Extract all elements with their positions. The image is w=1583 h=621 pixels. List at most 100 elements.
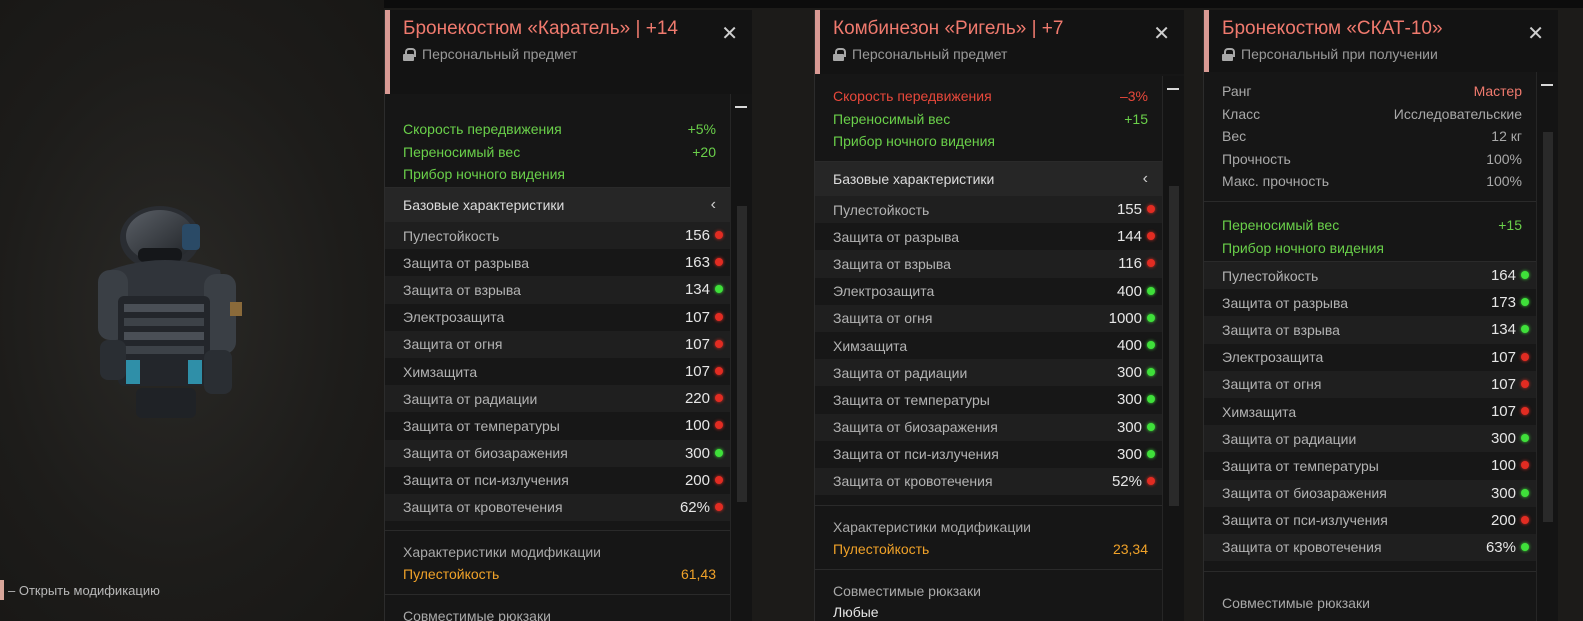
stat-compare-indicator <box>1516 480 1536 507</box>
scrollbar[interactable] <box>730 94 752 621</box>
stat-compare-indicator <box>1142 332 1162 359</box>
green-dot-icon <box>1521 271 1529 279</box>
red-dot-icon <box>715 339 723 348</box>
base-stats-header[interactable]: Базовые характеристики ‹ <box>815 162 1162 196</box>
stat-row: Пулестойкость 164 <box>1204 262 1536 290</box>
stat-value: 300 <box>1116 418 1142 436</box>
stat-value: 200 <box>684 471 710 489</box>
info-value: 12 кг <box>1491 128 1522 144</box>
red-dot-icon <box>715 502 723 511</box>
stat-row: Защита от пси-излучения 200 <box>385 466 730 494</box>
red-dot-icon <box>715 475 723 484</box>
stat-value: 52% <box>1111 472 1142 490</box>
backpacks-title: Совместимые рюкзаки <box>403 607 551 621</box>
stat-row: Защита от кровотечения 52% <box>815 467 1162 496</box>
red-dot-icon <box>1147 259 1155 268</box>
stat-value: 156 <box>684 227 710 245</box>
mod-title: Характеристики модификации <box>833 519 1032 536</box>
stat-value: 155 <box>1116 201 1142 219</box>
backpacks-title: Совместимые рюкзаки <box>833 582 981 599</box>
stat-row: Защита от температуры 300 <box>815 386 1162 414</box>
stat-value: 144 <box>1116 228 1142 246</box>
scroll-thumb[interactable] <box>1169 186 1179 506</box>
stat-value: 134 <box>1490 321 1516 339</box>
green-dot-icon <box>1147 340 1155 349</box>
info-name: Прочность <box>1222 150 1291 167</box>
stat-compare-indicator <box>1142 278 1162 305</box>
stat-compare-indicator <box>1142 196 1162 223</box>
stat-compare-indicator <box>710 331 730 358</box>
stat-name: Пулестойкость <box>833 201 930 218</box>
stat-row: Пулестойкость 156 <box>385 222 730 250</box>
red-dot-icon <box>1521 406 1529 415</box>
card-header: Бронекостюм «СКАТ-10» Персональный при п… <box>1204 10 1558 72</box>
stat-name: Защита от кровотечения <box>1222 539 1382 556</box>
stat-compare-indicator <box>1516 371 1536 398</box>
bonus-row: Скорость передвижения –3% <box>833 85 1148 108</box>
scrollbar[interactable] <box>1536 72 1558 621</box>
chevron-left-icon[interactable]: ‹ <box>711 196 716 214</box>
stat-compare-indicator <box>710 412 730 439</box>
red-dot-icon <box>1147 205 1155 213</box>
scrollbar[interactable] <box>1162 76 1184 621</box>
stat-value: 400 <box>1116 282 1142 300</box>
scroll-thumb[interactable] <box>1543 132 1553 522</box>
open-mod-hint[interactable]: – Открыть модификацию <box>0 579 160 601</box>
bonus-value: +15 <box>1124 110 1148 127</box>
info-name: Макс. прочность <box>1222 173 1330 189</box>
card-header: Бронекостюм «Каратель» | +14 Персональны… <box>385 10 752 94</box>
bonus-value: +20 <box>692 143 716 160</box>
stat-row: Защита от кровотечения 63% <box>1204 533 1536 562</box>
section-title: Базовые характеристики <box>833 171 995 187</box>
stat-compare-indicator <box>710 276 730 303</box>
red-dot-icon <box>1147 476 1155 485</box>
info-list: Ранг Мастер Класс Исследовательские Вес 12 … <box>1204 74 1536 202</box>
stat-name: Защита от кровотечения <box>403 499 563 516</box>
stat-compare-indicator <box>710 222 730 249</box>
close-icon[interactable]: ✕ <box>1527 24 1544 44</box>
scroll-thumb[interactable] <box>737 206 747 502</box>
stat-value: 300 <box>1490 430 1516 448</box>
red-dot-icon <box>715 366 723 375</box>
close-icon[interactable]: ✕ <box>721 24 738 44</box>
mod-title: Характеристики модификации <box>403 544 602 561</box>
stat-row: Химзащита 107 <box>385 357 730 386</box>
bonus-row: Прибор ночного видения <box>1222 237 1522 260</box>
bonus-name: Скорость передвижения <box>833 88 992 104</box>
close-icon[interactable]: ✕ <box>1153 24 1170 44</box>
stat-name: Химзащита <box>1222 403 1297 420</box>
stat-value: 164 <box>1490 267 1516 285</box>
bonus-name: Переносимый вес <box>833 110 951 127</box>
red-dot-icon <box>715 421 723 430</box>
stats-list: Пулестойкость 155 Защита от разрыва 144 Защи… <box>815 196 1162 496</box>
stat-row: Защита от взрыва 134 <box>1204 316 1536 344</box>
stat-row: Защита от радиации 300 <box>1204 425 1536 453</box>
stat-row: Защита от пси-излучения 200 <box>1204 506 1536 534</box>
bonus-list: Скорость передвижения –3% Переносимый вес… <box>815 76 1162 162</box>
card-subtitle: Персональный предмет <box>403 46 712 62</box>
green-dot-icon <box>1147 422 1155 431</box>
stat-compare-indicator <box>710 440 730 467</box>
stat-row: Химзащита 107 <box>1204 397 1536 426</box>
stat-value: 63% <box>1485 538 1516 556</box>
green-dot-icon <box>1521 488 1529 497</box>
stat-compare-indicator <box>710 304 730 331</box>
stat-compare-indicator <box>1142 223 1162 250</box>
bonus-name: Прибор ночного видения <box>1222 239 1384 256</box>
scroll-collapse-icon[interactable] <box>1167 88 1179 90</box>
bonus-row: Переносимый вес +15 <box>1222 214 1522 237</box>
lock-icon <box>833 47 846 61</box>
scroll-collapse-icon[interactable] <box>1541 84 1553 86</box>
info-name: Класс <box>1222 105 1261 122</box>
chevron-left-icon[interactable]: ‹ <box>1143 170 1148 188</box>
backpacks-value: Любые <box>833 603 879 620</box>
stat-row: Защита от биозаражения 300 <box>815 413 1162 441</box>
stat-value: 62% <box>679 498 710 516</box>
green-dot-icon <box>1147 368 1155 377</box>
base-stats-header[interactable]: Базовые характеристики ‹ <box>385 188 730 222</box>
stat-name: Защита от огня <box>833 310 933 327</box>
stat-name: Защита от разрыва <box>833 228 960 245</box>
scroll-collapse-icon[interactable] <box>735 106 747 108</box>
card-header: Комбинезон «Ригель» | +7 Персональный пр… <box>815 10 1184 74</box>
lock-icon <box>403 47 416 61</box>
